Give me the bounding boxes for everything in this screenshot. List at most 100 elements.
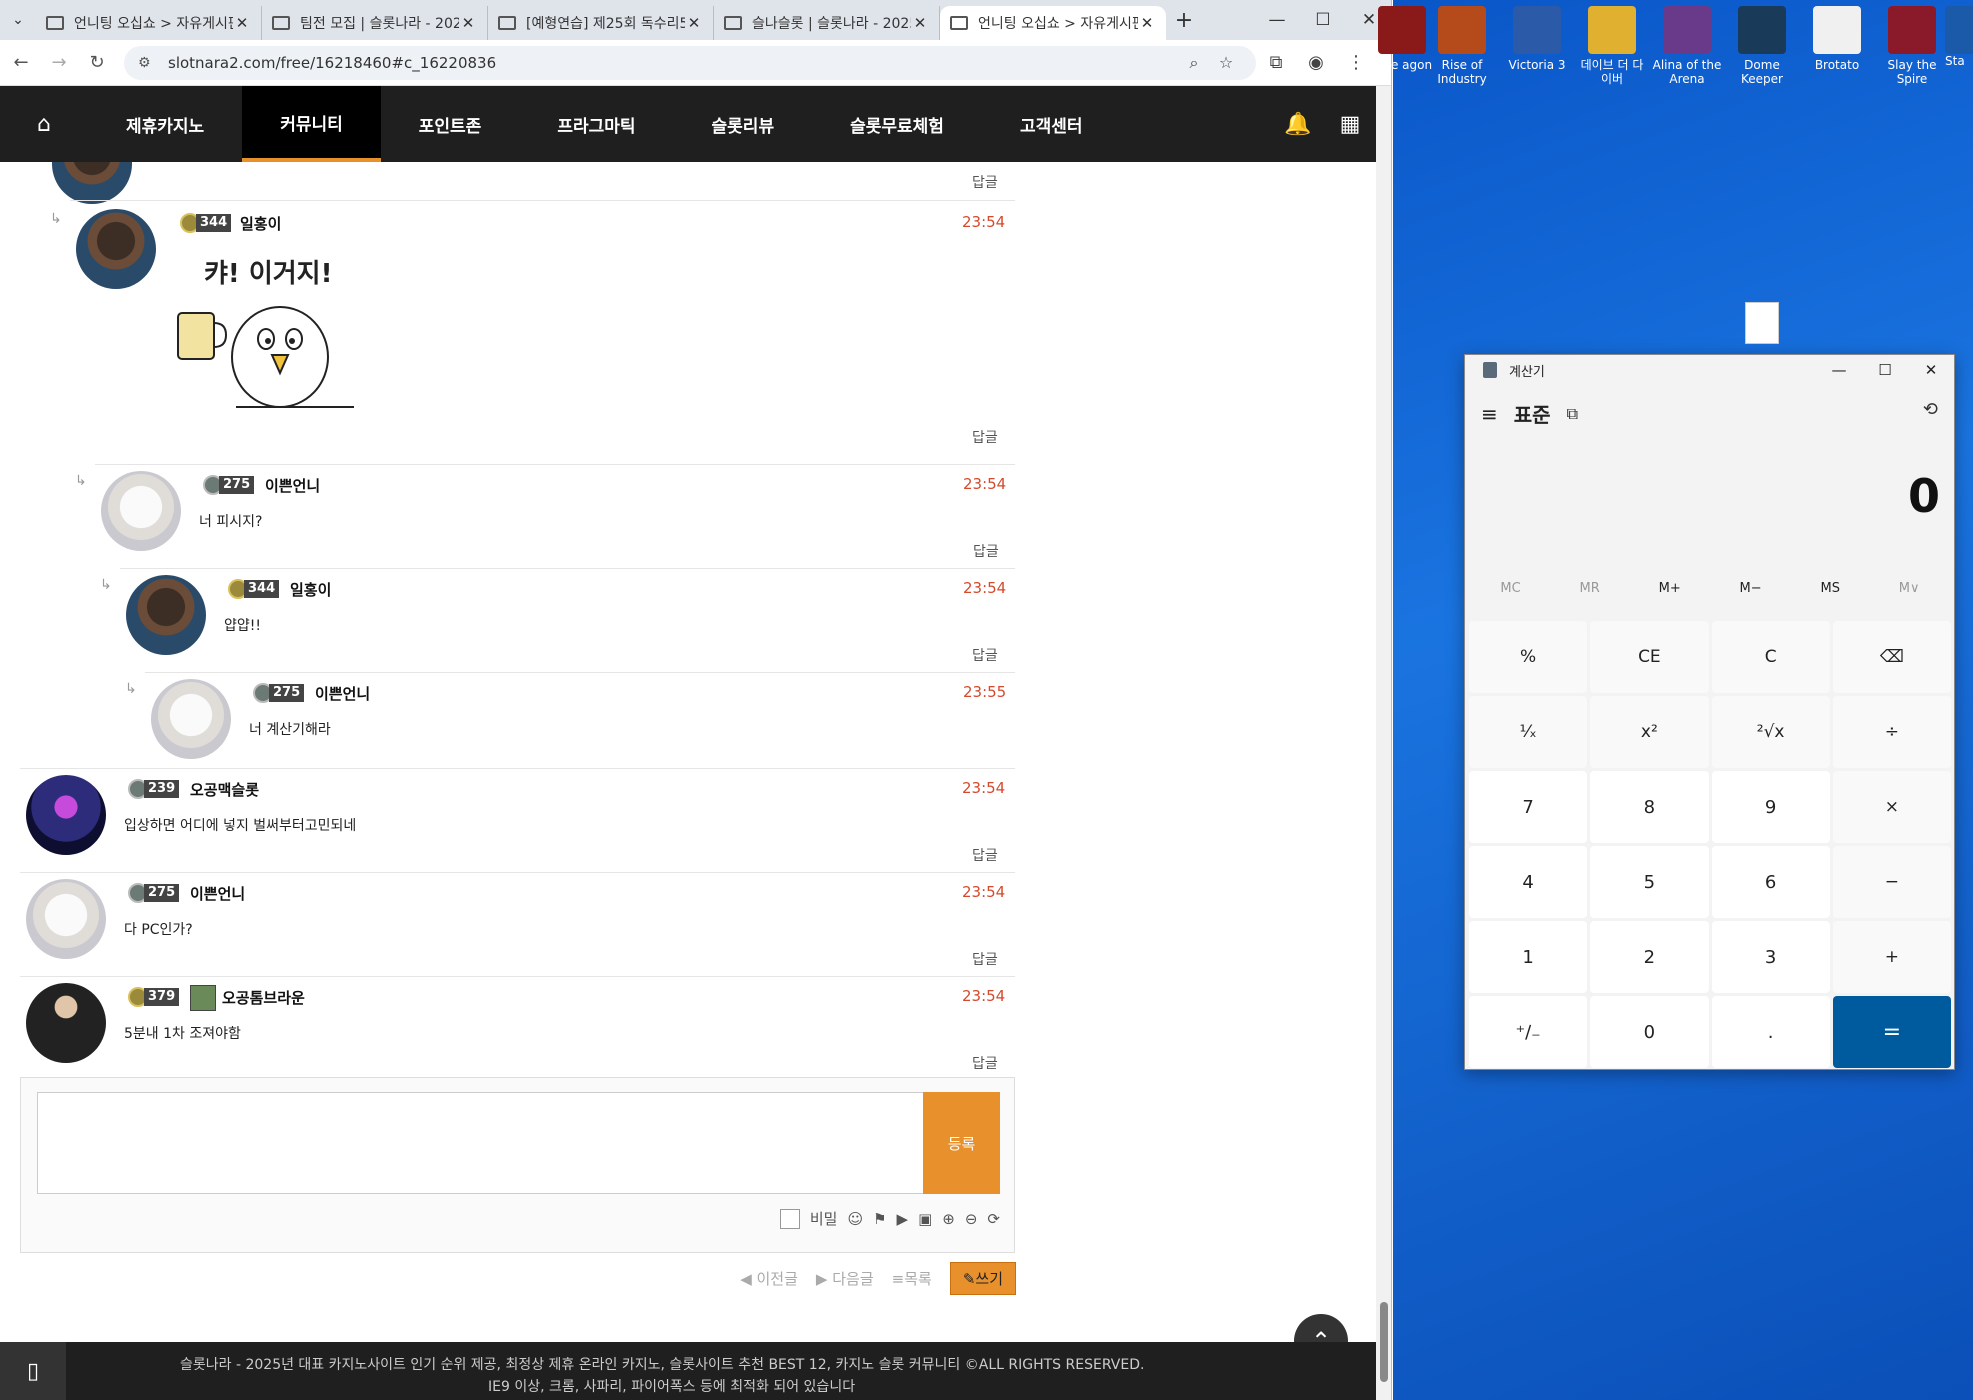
digit-3-key[interactable]: 3 [1711, 921, 1830, 993]
emoji-icon[interactable]: ☺ [847, 1210, 863, 1228]
nickname[interactable]: 오공톰브라운 [222, 987, 305, 1008]
sqrt-key[interactable]: ²√x [1711, 696, 1830, 768]
square-key[interactable]: x² [1590, 696, 1709, 768]
tab-search-icon[interactable]: ⌄ [0, 0, 36, 40]
nav-item-pragmatic[interactable]: 프라그마틱 [519, 86, 673, 162]
nickname[interactable]: 이쁜언니 [265, 475, 320, 496]
reload-icon[interactable]: ↻ [80, 46, 114, 80]
shrink-icon[interactable]: ⊖ [965, 1210, 978, 1228]
clear-key[interactable]: C [1711, 621, 1830, 693]
minimize-icon[interactable]: — [1816, 361, 1862, 379]
nav-item-support[interactable]: 고객센터 [982, 86, 1121, 162]
zoom-icon[interactable]: ⌕ [1178, 53, 1210, 73]
tab-4[interactable]: 슬나슬롯 | 슬롯나라 - 2025년✕ [714, 6, 940, 40]
tab-1[interactable]: 언니팅 오십쇼 > 자유게시판 ✕ [36, 6, 262, 40]
memory-subtract-button[interactable]: M− [1740, 581, 1762, 596]
digit-4-key[interactable]: 4 [1469, 846, 1588, 918]
close-icon[interactable]: ✕ [1908, 361, 1954, 379]
comment-textarea[interactable] [37, 1092, 925, 1194]
tab-2[interactable]: 팀전 모집 | 슬롯나라 - 2025년✕ [262, 6, 488, 40]
reply-button[interactable]: 답글 [972, 949, 998, 969]
maximize-icon[interactable]: ☐ [1862, 361, 1908, 379]
tab-3[interactable]: [예형연습] 제25회 독수리5형 ✕ [488, 6, 714, 40]
nickname[interactable]: 이쁜언니 [190, 883, 245, 904]
backspace-key[interactable]: ⌫ [1832, 621, 1951, 693]
nickname[interactable]: 일홍이 [290, 579, 331, 600]
nav-item-partner-casino[interactable]: 제휴카지노 [88, 86, 242, 162]
mobile-icon[interactable]: ▯ [0, 1342, 66, 1400]
reciprocal-key[interactable]: ¹⁄ₓ [1469, 696, 1588, 768]
nav-item-free-slot[interactable]: 슬롯무료체험 [812, 86, 982, 162]
secret-checkbox[interactable] [779, 1208, 800, 1229]
nav-item-point-zone[interactable]: 포인트존 [381, 86, 520, 162]
nickname[interactable]: 이쁜언니 [315, 683, 370, 704]
submit-button[interactable]: 등록 [923, 1092, 1000, 1194]
list-link[interactable]: ≡목록 [892, 1268, 932, 1289]
flag-icon[interactable]: ⚑ [873, 1210, 886, 1228]
home-icon[interactable]: ⌂ [0, 86, 88, 162]
memory-add-button[interactable]: M+ [1659, 581, 1681, 596]
memory-clear-button[interactable]: MC [1500, 581, 1520, 596]
desktop-icon[interactable]: Slay the Spire [1877, 6, 1947, 86]
tab-5-active[interactable]: 언니팅 오십쇼 > 자유게시판 ✕ [940, 6, 1166, 40]
close-tab-icon[interactable]: ✕ [233, 14, 251, 32]
digit-5-key[interactable]: 5 [1590, 846, 1709, 918]
nav-item-slot-review[interactable]: 슬롯리뷰 [674, 86, 813, 162]
desktop-icon[interactable]: Sta [1945, 6, 1973, 68]
memory-list-button[interactable]: M∨ [1899, 581, 1920, 596]
multiply-key[interactable]: × [1832, 771, 1951, 843]
history-icon[interactable]: ⟲ [1923, 399, 1938, 420]
memory-recall-button[interactable]: MR [1580, 581, 1600, 596]
url-field[interactable]: ⚙ slotnara2.com/free/16218460#c_16220836… [124, 45, 1256, 80]
digit-2-key[interactable]: 2 [1590, 921, 1709, 993]
nickname[interactable]: 오공맥슬롯 [190, 779, 259, 800]
digit-7-key[interactable]: 7 [1469, 771, 1588, 843]
hamburger-menu-icon[interactable]: ≡ [1481, 402, 1498, 426]
desktop-icon[interactable]: Alina of the Arena [1652, 6, 1722, 86]
desktop-icon[interactable]: Brotato [1802, 6, 1872, 72]
maximize-icon[interactable]: ☐ [1300, 0, 1346, 40]
digit-9-key[interactable]: 9 [1711, 771, 1830, 843]
profile-icon[interactable]: ◉ [1296, 52, 1336, 73]
close-tab-icon[interactable]: ✕ [685, 14, 703, 32]
reply-button[interactable]: 답글 [973, 541, 999, 561]
desktop-icon[interactable]: 데이브 더 다이버 [1577, 6, 1647, 86]
bookmark-star-icon[interactable]: ☆ [1210, 53, 1242, 72]
plus-key[interactable]: + [1832, 921, 1951, 993]
close-tab-icon[interactable]: ✕ [459, 14, 477, 32]
bell-icon[interactable]: 🔔 [1272, 112, 1324, 137]
negate-key[interactable]: ⁺∕₋ [1469, 996, 1588, 1068]
prev-post-link[interactable]: ◀ 이전글 [740, 1268, 798, 1289]
refresh-icon[interactable]: ⟳ [987, 1210, 1000, 1228]
digit-6-key[interactable]: 6 [1711, 846, 1830, 918]
video-icon[interactable]: ▶ [897, 1210, 909, 1228]
back-icon[interactable]: ← [4, 46, 38, 80]
reply-button[interactable]: 답글 [972, 1053, 998, 1073]
extensions-icon[interactable]: ⧉ [1256, 52, 1296, 73]
reply-button[interactable]: 답글 [972, 427, 998, 447]
reply-button[interactable]: 답글 [972, 845, 998, 865]
clear-entry-key[interactable]: CE [1590, 621, 1709, 693]
keep-on-top-icon[interactable]: ⧉ [1567, 404, 1578, 424]
reply-button[interactable]: 답글 [972, 172, 998, 192]
close-tab-icon[interactable]: ✕ [911, 14, 929, 32]
reply-button[interactable]: 답글 [972, 645, 998, 665]
new-tab-button[interactable]: + [1166, 8, 1202, 33]
site-info-icon[interactable]: ⚙ [138, 55, 160, 71]
forward-icon[interactable]: → [42, 46, 76, 80]
nav-item-community[interactable]: 커뮤니티 [242, 86, 381, 162]
percent-key[interactable]: % [1469, 621, 1588, 693]
digit-8-key[interactable]: 8 [1590, 771, 1709, 843]
write-button[interactable]: ✎쓰기 [949, 1262, 1016, 1295]
grid-menu-icon[interactable]: ▦ [1324, 112, 1376, 137]
minimize-icon[interactable]: — [1254, 0, 1300, 40]
decimal-key[interactable]: . [1711, 996, 1830, 1068]
image-icon[interactable]: ▣ [918, 1210, 932, 1228]
desktop-icon[interactable]: Dome Keeper [1727, 6, 1797, 86]
divide-key[interactable]: ÷ [1832, 696, 1951, 768]
desktop-icon[interactable]: Rise of Industry [1427, 6, 1497, 86]
memory-store-button[interactable]: MS [1820, 581, 1839, 596]
scrollbar-thumb[interactable] [1380, 1302, 1388, 1382]
equals-key[interactable]: = [1832, 996, 1951, 1068]
page-scrollbar[interactable] [1376, 86, 1391, 1400]
